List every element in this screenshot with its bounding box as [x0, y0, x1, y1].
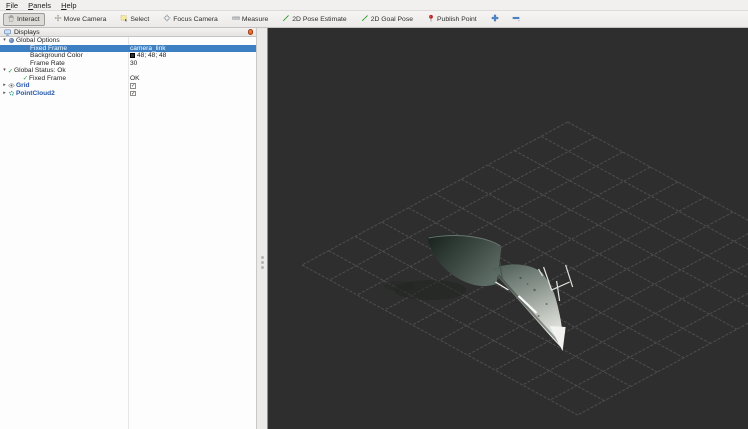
select-tool-button[interactable]: Select: [116, 13, 154, 26]
interact-tool-button[interactable]: Interact: [3, 13, 45, 26]
tree-row-global-status[interactable]: ✓ Global Status: Ok: [0, 67, 256, 75]
tree-row-frame-rate[interactable]: Frame Rate 30: [0, 60, 256, 68]
focus-camera-tool-button[interactable]: Focus Camera: [159, 13, 223, 26]
row-label: Fixed Frame: [0, 45, 67, 52]
select-box-icon: [120, 14, 128, 24]
tree-row-pointcloud2[interactable]: PointCloud2: [0, 90, 256, 98]
crosshair-icon: [163, 14, 171, 24]
menu-file[interactable]: File: [4, 1, 20, 10]
tree-row-background-color[interactable]: Background Color 48; 48; 48: [0, 52, 256, 60]
displays-panel-header: Displays: [0, 28, 256, 37]
hand-icon: [7, 14, 15, 24]
plus-icon: [491, 14, 499, 24]
remove-tool-button[interactable]: [508, 13, 524, 26]
menu-panels[interactable]: Panels: [26, 1, 53, 10]
displays-panel: Displays Global Options Fixed Frame came…: [0, 28, 257, 429]
toolbar: Interact Move Camera Select Focus Camera…: [0, 11, 748, 28]
expand-arrow-icon[interactable]: [2, 37, 7, 44]
row-label: Background Color: [0, 52, 83, 59]
map-pin-icon: [427, 14, 435, 24]
measure-tool-button[interactable]: Measure: [228, 13, 273, 26]
rviz-window: File Panels Help Interact Move Camera Se…: [0, 0, 748, 429]
row-label: Global Options: [16, 37, 60, 44]
pointcloud-icon: [8, 90, 15, 97]
global-options-icon: [8, 37, 15, 44]
row-label: Frame Rate: [0, 60, 65, 67]
pointcloud2-enabled-checkbox[interactable]: [130, 91, 136, 97]
ruler-icon: [232, 14, 240, 24]
menubar: File Panels Help: [0, 0, 748, 11]
close-panel-icon[interactable]: [248, 29, 254, 35]
collapse-arrow-icon[interactable]: [2, 90, 7, 97]
fixed-frame-value[interactable]: camera_link: [130, 45, 166, 52]
tree-row-fixed-frame[interactable]: Fixed Frame camera_link: [0, 45, 256, 53]
tree-row-global-options[interactable]: Global Options: [0, 37, 256, 45]
panel-splitter[interactable]: [257, 28, 268, 429]
status-fixed-frame-value: OK: [130, 75, 140, 82]
frame-rate-value[interactable]: 30: [130, 60, 137, 67]
row-label: Global Status: Ok: [14, 67, 66, 74]
background-color-value[interactable]: 48; 48; 48: [137, 52, 166, 59]
grid-enabled-checkbox[interactable]: [130, 83, 136, 89]
tree-row-status-fixed-frame[interactable]: ✓ Fixed Frame OK: [0, 75, 256, 83]
minus-icon: [512, 14, 520, 24]
render-viewport-3d[interactable]: [268, 28, 748, 429]
display-monitor-icon: [4, 29, 11, 36]
tree-row-grid[interactable]: Grid: [0, 82, 256, 90]
publish-point-tool-button[interactable]: Publish Point: [423, 13, 482, 26]
add-tool-button[interactable]: [487, 13, 503, 26]
pose-estimate-tool-button[interactable]: 2D Pose Estimate: [278, 13, 351, 26]
eye-icon: [8, 82, 15, 89]
menu-help[interactable]: Help: [59, 1, 78, 10]
move-arrows-icon: [54, 14, 62, 24]
color-swatch: [130, 53, 135, 58]
row-label: PointCloud2: [16, 90, 55, 97]
move-camera-tool-button[interactable]: Move Camera: [50, 13, 112, 26]
green-arrow-icon: [282, 14, 290, 24]
pointcloud-render: [384, 235, 572, 351]
displays-tree: Global Options Fixed Frame camera_link B…: [0, 37, 256, 429]
row-label: Grid: [16, 82, 30, 89]
row-label: Fixed Frame: [29, 75, 66, 82]
splitter-handle-icon: [261, 256, 264, 259]
green-arrow-icon: [361, 14, 369, 24]
collapse-arrow-icon[interactable]: [2, 82, 7, 89]
viewport-scene: [268, 28, 748, 429]
displays-panel-title: Displays: [14, 29, 40, 36]
goal-pose-tool-button[interactable]: 2D Goal Pose: [357, 13, 418, 26]
